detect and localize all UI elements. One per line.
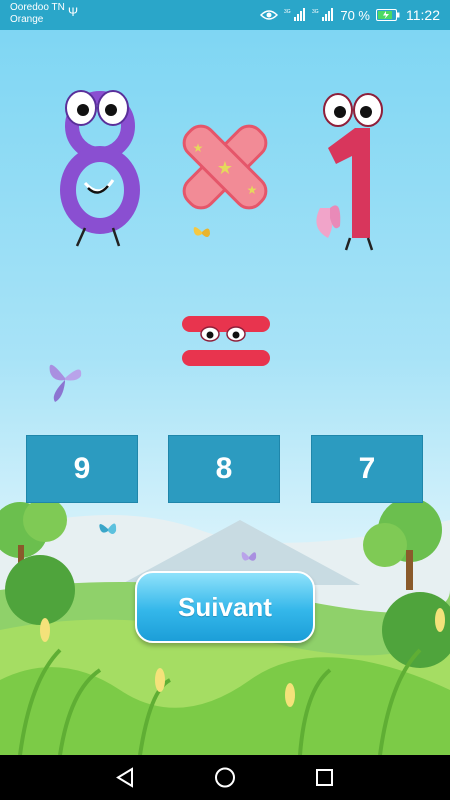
svg-text:3G: 3G [312, 9, 319, 15]
svg-text:3G: 3G [284, 9, 291, 15]
carrier-info: Ooredoo TN Orange [10, 2, 65, 26]
battery-percent: 70 % [340, 7, 370, 23]
carrier-name-2: Orange [10, 14, 44, 25]
back-icon[interactable] [105, 760, 145, 795]
clock: 11:22 [406, 7, 440, 23]
butterfly-icon-small [241, 552, 257, 561]
usb-icon: Ψ [68, 5, 79, 19]
number-eight-character [60, 90, 140, 247]
butterfly-icon-yellow [193, 227, 210, 237]
number-one-character [316, 93, 383, 251]
butterfly-icon-teal [99, 523, 117, 534]
status-bar: Ooredoo TN Orange Ψ 3G 3G 70 % 11:22 [0, 0, 450, 30]
status-icons: 3G 3G 70 % 11:22 [260, 7, 440, 23]
butterfly-icon [49, 364, 82, 402]
signal-3g-icon: 3G [284, 8, 306, 21]
svg-text:★: ★ [247, 183, 258, 197]
svg-text:★: ★ [193, 141, 204, 155]
answer-option-3[interactable]: 7 [311, 435, 423, 503]
recent-apps-icon[interactable] [305, 760, 345, 795]
answer-option-2[interactable]: 8 [168, 435, 280, 503]
next-button[interactable]: Suivant [135, 571, 315, 643]
equals-character [182, 316, 270, 366]
home-icon[interactable] [205, 760, 245, 795]
signal-3g-icon-2: 3G [312, 8, 334, 21]
svg-text:★: ★ [217, 158, 233, 179]
battery-charging-icon [376, 9, 400, 21]
multiply-operator-icon: ★ ★ ★ [182, 124, 268, 210]
eye-icon [260, 10, 279, 20]
answer-option-1[interactable]: 9 [26, 435, 138, 503]
game-screen: ★ ★ ★ 9 8 7 Suivant [0, 30, 450, 755]
navigation-bar [0, 755, 450, 800]
carrier-name-1: Ooredoo TN [10, 2, 65, 13]
